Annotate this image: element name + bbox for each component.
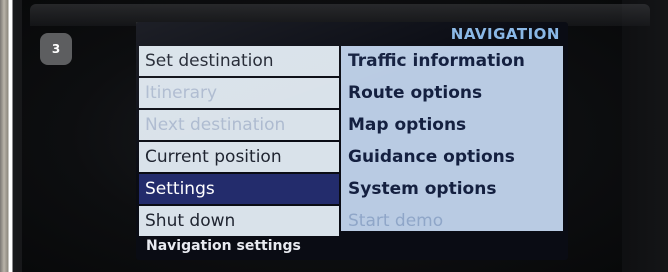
photo: 3 NAVIGATION Set destination Itinerary N… [0, 0, 668, 272]
menu-item-set-destination[interactable]: Set destination [139, 46, 339, 76]
navigation-screen: NAVIGATION Set destination Itinerary Nex… [136, 22, 568, 260]
menu-item-next-destination[interactable]: Next destination [139, 110, 339, 140]
step-number-badge: 3 [40, 33, 72, 65]
menu-item-current-position[interactable]: Current position [139, 142, 339, 172]
submenu-item-guidance-options[interactable]: Guidance options [341, 142, 563, 173]
menu-item-itinerary[interactable]: Itinerary [139, 78, 339, 108]
submenu-item-system-options[interactable]: System options [341, 174, 563, 205]
menu-item-settings[interactable]: Settings [139, 174, 339, 204]
submenu-item-traffic-information[interactable]: Traffic information [341, 46, 563, 77]
submenu-item-start-demo[interactable]: Start demo [341, 206, 563, 237]
submenu-item-map-options[interactable]: Map options [341, 110, 563, 141]
status-text: Navigation settings [146, 238, 301, 254]
submenu-item-route-options[interactable]: Route options [341, 78, 563, 109]
main-menu: Set destination Itinerary Next destinati… [139, 46, 339, 238]
menu-item-shut-down[interactable]: Shut down [139, 206, 339, 236]
screen-title: NAVIGATION [450, 25, 560, 43]
status-bar: Navigation settings [136, 236, 568, 260]
settings-submenu: Traffic information Route options Map op… [341, 46, 563, 231]
